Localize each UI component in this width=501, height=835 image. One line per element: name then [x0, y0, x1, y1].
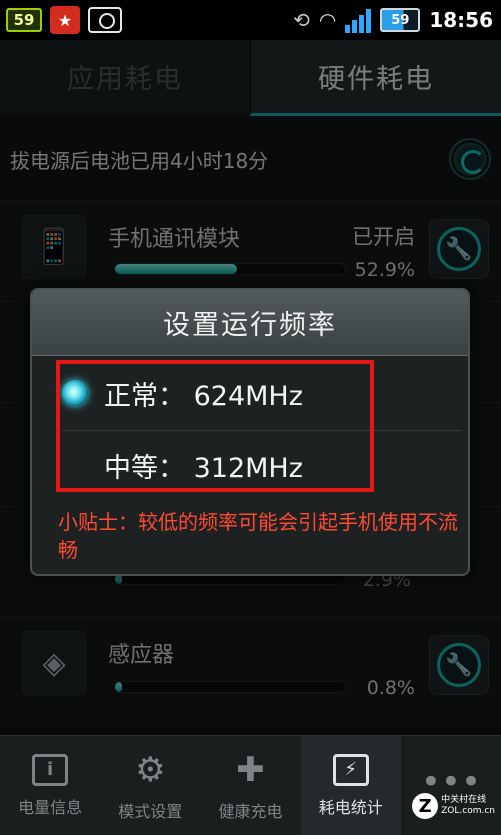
- rotate-icon: ⟲: [293, 8, 310, 32]
- lightning-icon: ⚡: [332, 753, 369, 786]
- nav-healthy-charge[interactable]: ✚ 健康充电: [200, 736, 300, 835]
- dialog-tip: 小贴士：较低的频率可能会引起手机使用不流畅: [58, 510, 458, 562]
- watermark-line2: ZOL.com.cn: [441, 806, 495, 816]
- battery-icon: 59: [380, 8, 421, 32]
- watermark-line1: 中关村在线: [441, 795, 487, 805]
- status-bar: 59 ★ ⟲ ◠ 59 18:56: [0, 0, 501, 40]
- nav-label: 模式设置: [118, 801, 183, 821]
- nav-more[interactable]: •••: [401, 736, 501, 835]
- nav-label: 耗电统计: [318, 797, 383, 817]
- zol-logo: Z: [412, 793, 439, 819]
- signal-icon: [345, 7, 372, 33]
- clock: 18:56: [429, 8, 493, 32]
- nav-mode-settings[interactable]: ⚙ 模式设置: [100, 736, 200, 835]
- gear-icon: ⚙: [135, 749, 166, 790]
- nav-label: 健康充电: [218, 801, 283, 821]
- watermark: Z 中关村在线 ZOL.com.cn: [412, 793, 495, 819]
- dialog-title: 设置运行频率: [32, 290, 468, 356]
- option-label: 中等： 312MHz: [104, 453, 303, 484]
- option-medium[interactable]: 中等： 312MHz: [62, 430, 462, 500]
- option-normal[interactable]: 正常： 624MHz: [62, 358, 462, 428]
- option-label: 正常： 624MHz: [104, 380, 303, 412]
- radio-selected-icon[interactable]: [62, 380, 88, 406]
- frequency-dialog: 设置运行频率 正常： 624MHz 中等： 312MHz 小贴士：较低的频率可能…: [30, 288, 470, 576]
- bottom-nav: i 电量信息 ⚙ 模式设置 ✚ 健康充电 ⚡ 耗电统计 •••: [0, 735, 501, 835]
- wifi-icon: ◠: [318, 8, 337, 32]
- nav-usage-stats[interactable]: ⚡ 耗电统计: [300, 736, 401, 835]
- battery-info-icon: i: [32, 753, 69, 786]
- plus-icon: ✚: [236, 749, 265, 790]
- radio-unselected-icon[interactable]: [62, 453, 88, 479]
- battery-widget-icon: 59: [6, 8, 42, 32]
- camera-icon: [88, 7, 122, 33]
- nav-label: 电量信息: [18, 797, 83, 817]
- app-notification-icon: ★: [50, 6, 80, 34]
- nav-battery-info[interactable]: i 电量信息: [0, 736, 100, 835]
